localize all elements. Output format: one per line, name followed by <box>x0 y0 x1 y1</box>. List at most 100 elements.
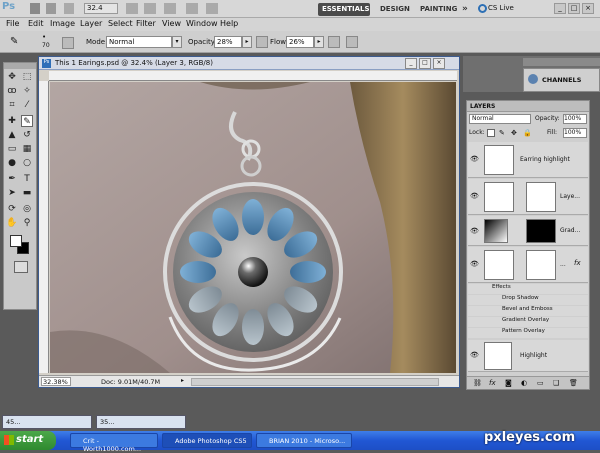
layer-name[interactable]: Earring highlight <box>520 156 570 163</box>
visibility-eye-icon[interactable]: 👁 <box>470 155 480 163</box>
canvas-image[interactable] <box>50 82 456 373</box>
menu-file[interactable]: File <box>6 19 19 28</box>
menu-help[interactable]: Help <box>220 19 238 28</box>
effect-pattern-overlay[interactable]: Pattern Overlay <box>468 328 588 338</box>
move-tool-icon[interactable]: ✥ <box>6 71 18 83</box>
menu-layer[interactable]: Layer <box>80 19 102 28</box>
effects-header[interactable]: Effects <box>468 284 588 294</box>
layer-row[interactable]: 👁 Highlight <box>468 340 588 372</box>
opacity-slider-arrow[interactable]: ▸ <box>242 36 252 48</box>
dock-header[interactable] <box>523 58 600 66</box>
healing-brush-tool-icon[interactable]: ✚ <box>6 115 18 127</box>
3d-orbit-tool-icon[interactable]: ◎ <box>21 203 33 215</box>
quick-select-tool-icon[interactable]: ✧ <box>21 85 33 97</box>
screen-mode-icon[interactable] <box>206 3 218 14</box>
layers-panel-title[interactable]: LAYERS <box>467 101 589 112</box>
foreground-color-swatch[interactable] <box>10 235 22 247</box>
layer-row-selected[interactable]: 👁 ... fx <box>468 247 588 283</box>
flow-input[interactable]: 26% <box>286 36 314 48</box>
link-layers-icon[interactable]: ⛓ <box>473 379 482 387</box>
new-group-icon[interactable]: ▭ <box>537 379 544 387</box>
layer-name[interactable]: Highlight <box>520 352 547 359</box>
tablet-pressure-size-icon[interactable] <box>346 36 358 48</box>
new-layer-icon[interactable]: ❑ <box>553 379 559 387</box>
zoom-tool-icon[interactable] <box>144 3 156 14</box>
mini-bridge-icon[interactable] <box>46 3 56 14</box>
rotate-view-icon[interactable] <box>164 3 176 14</box>
lock-all-icon[interactable]: 🔒 <box>523 129 532 137</box>
quick-mask-icon[interactable] <box>14 261 28 273</box>
taskbar-item-photoshop[interactable]: Adobe Photoshop CS5 <box>162 433 252 448</box>
tools-panel-header[interactable] <box>4 63 36 69</box>
visibility-eye-icon[interactable]: 👁 <box>470 260 480 268</box>
zoom-tool-icon[interactable]: ⚲ <box>21 217 33 229</box>
document-size[interactable]: Doc: 9.01M/40.7M <box>101 378 160 386</box>
zoom-field[interactable]: 32.38% <box>41 377 71 386</box>
3d-rotate-tool-icon[interactable]: ⟳ <box>6 203 18 215</box>
horizontal-ruler[interactable] <box>49 71 457 81</box>
menu-view[interactable]: View <box>162 19 181 28</box>
flow-slider-arrow[interactable]: ▸ <box>314 36 324 48</box>
airbrush-icon[interactable] <box>328 36 340 48</box>
delete-layer-icon[interactable]: 🗑 <box>569 379 578 387</box>
brush-tool-icon[interactable]: ✎ <box>10 36 24 48</box>
view-extras-icon[interactable] <box>64 3 74 14</box>
layer-row[interactable]: 👁 Laye... <box>468 179 588 215</box>
effect-bevel-emboss[interactable]: Bevel and Emboss <box>468 306 588 316</box>
brush-tool-active-icon[interactable]: ✎ <box>21 115 33 127</box>
tablet-pressure-opacity-icon[interactable] <box>256 36 268 48</box>
clone-stamp-tool-icon[interactable]: ▲ <box>6 129 18 141</box>
layer-row[interactable]: 👁 Earring highlight <box>468 142 588 178</box>
minimized-document-1[interactable]: 45... <box>2 415 92 429</box>
menu-select[interactable]: Select <box>108 19 133 28</box>
marquee-tool-icon[interactable]: ⬚ <box>21 71 33 83</box>
blend-mode-select[interactable]: Normal <box>469 114 531 124</box>
hand-tool-icon[interactable]: ✋ <box>6 217 18 229</box>
workspace-essentials[interactable]: ESSENTIALS <box>318 3 370 16</box>
layer-effects-icon[interactable]: fx <box>574 259 581 267</box>
layer-row[interactable]: 👁 Grad... <box>468 216 588 246</box>
mode-dropdown-arrow[interactable]: ▾ <box>172 36 182 48</box>
blur-tool-icon[interactable]: ● <box>6 157 18 169</box>
dodge-tool-icon[interactable]: ○ <box>21 157 33 169</box>
lock-transparent-icon[interactable] <box>487 129 495 137</box>
doc-maximize-button[interactable]: □ <box>419 58 431 69</box>
cs-live-menu[interactable]: CS Live <box>488 4 514 12</box>
history-brush-tool-icon[interactable]: ↺ <box>21 129 33 141</box>
layer-name[interactable]: ... <box>560 261 566 268</box>
more-workspaces-button[interactable]: » <box>458 2 472 15</box>
taskbar-item-browser[interactable]: Crit - Worth1000.com... <box>70 433 158 453</box>
layer-name[interactable]: Laye... <box>560 193 580 200</box>
path-selection-tool-icon[interactable]: ➤ <box>6 187 18 199</box>
doc-close-button[interactable]: × <box>433 58 445 69</box>
doc-minimize-button[interactable]: _ <box>405 58 417 69</box>
zoom-level[interactable]: 32.4 <box>84 3 118 14</box>
opacity-input[interactable]: 28% <box>214 36 242 48</box>
document-title[interactable]: This 1 Earings.psd @ 32.4% (Layer 3, RGB… <box>39 57 459 70</box>
pen-tool-icon[interactable]: ✒ <box>6 173 18 185</box>
mode-select[interactable]: Normal <box>106 36 172 48</box>
brush-size[interactable]: 70 <box>42 42 50 49</box>
minimized-document-2[interactable]: 35... <box>96 415 186 429</box>
minimize-button[interactable]: _ <box>554 3 566 14</box>
visibility-eye-icon[interactable]: 👁 <box>470 227 480 235</box>
adjustment-layer-icon[interactable]: ◐ <box>521 379 527 387</box>
type-tool-icon[interactable]: T <box>21 173 33 185</box>
visibility-eye-icon[interactable]: 👁 <box>470 351 480 359</box>
crop-tool-icon[interactable]: ⌗ <box>6 99 18 111</box>
menu-edit[interactable]: Edit <box>28 19 44 28</box>
eraser-tool-icon[interactable]: ▭ <box>6 143 18 155</box>
effect-drop-shadow[interactable]: Drop Shadow <box>468 295 588 305</box>
workspace-painting[interactable]: PAINTING <box>416 3 461 16</box>
close-button[interactable]: × <box>582 3 594 14</box>
lock-image-icon[interactable]: ✎ <box>499 129 505 137</box>
brush-panel-icon[interactable] <box>62 37 74 49</box>
brush-preset-icon[interactable]: • <box>42 33 46 41</box>
hand-tool-icon[interactable] <box>126 3 138 14</box>
lasso-tool-icon[interactable]: ꝏ <box>6 85 18 97</box>
workspace-design[interactable]: DESIGN <box>376 3 414 16</box>
layer-opacity-input[interactable]: 100% <box>563 114 587 124</box>
menu-window[interactable]: Window <box>186 19 218 28</box>
arrange-documents-icon[interactable] <box>186 3 198 14</box>
add-mask-icon[interactable]: ◙ <box>505 379 512 387</box>
